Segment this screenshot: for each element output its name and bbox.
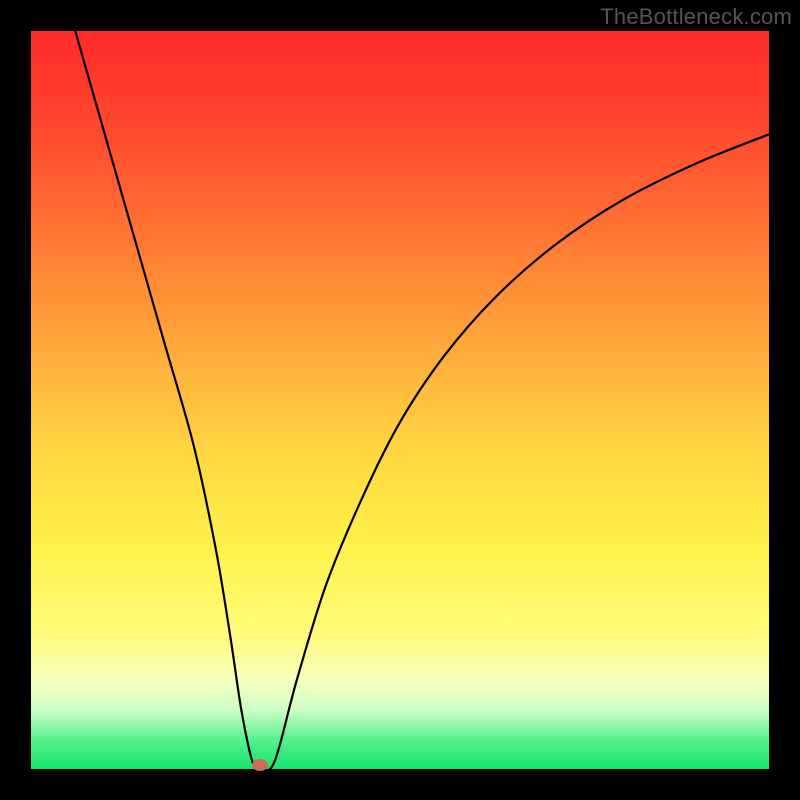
watermark-text: TheBottleneck.com <box>600 4 792 30</box>
bottleneck-marker <box>252 759 268 771</box>
bottleneck-curve <box>31 31 769 769</box>
plot-area <box>31 31 769 769</box>
chart-frame: TheBottleneck.com <box>0 0 800 800</box>
